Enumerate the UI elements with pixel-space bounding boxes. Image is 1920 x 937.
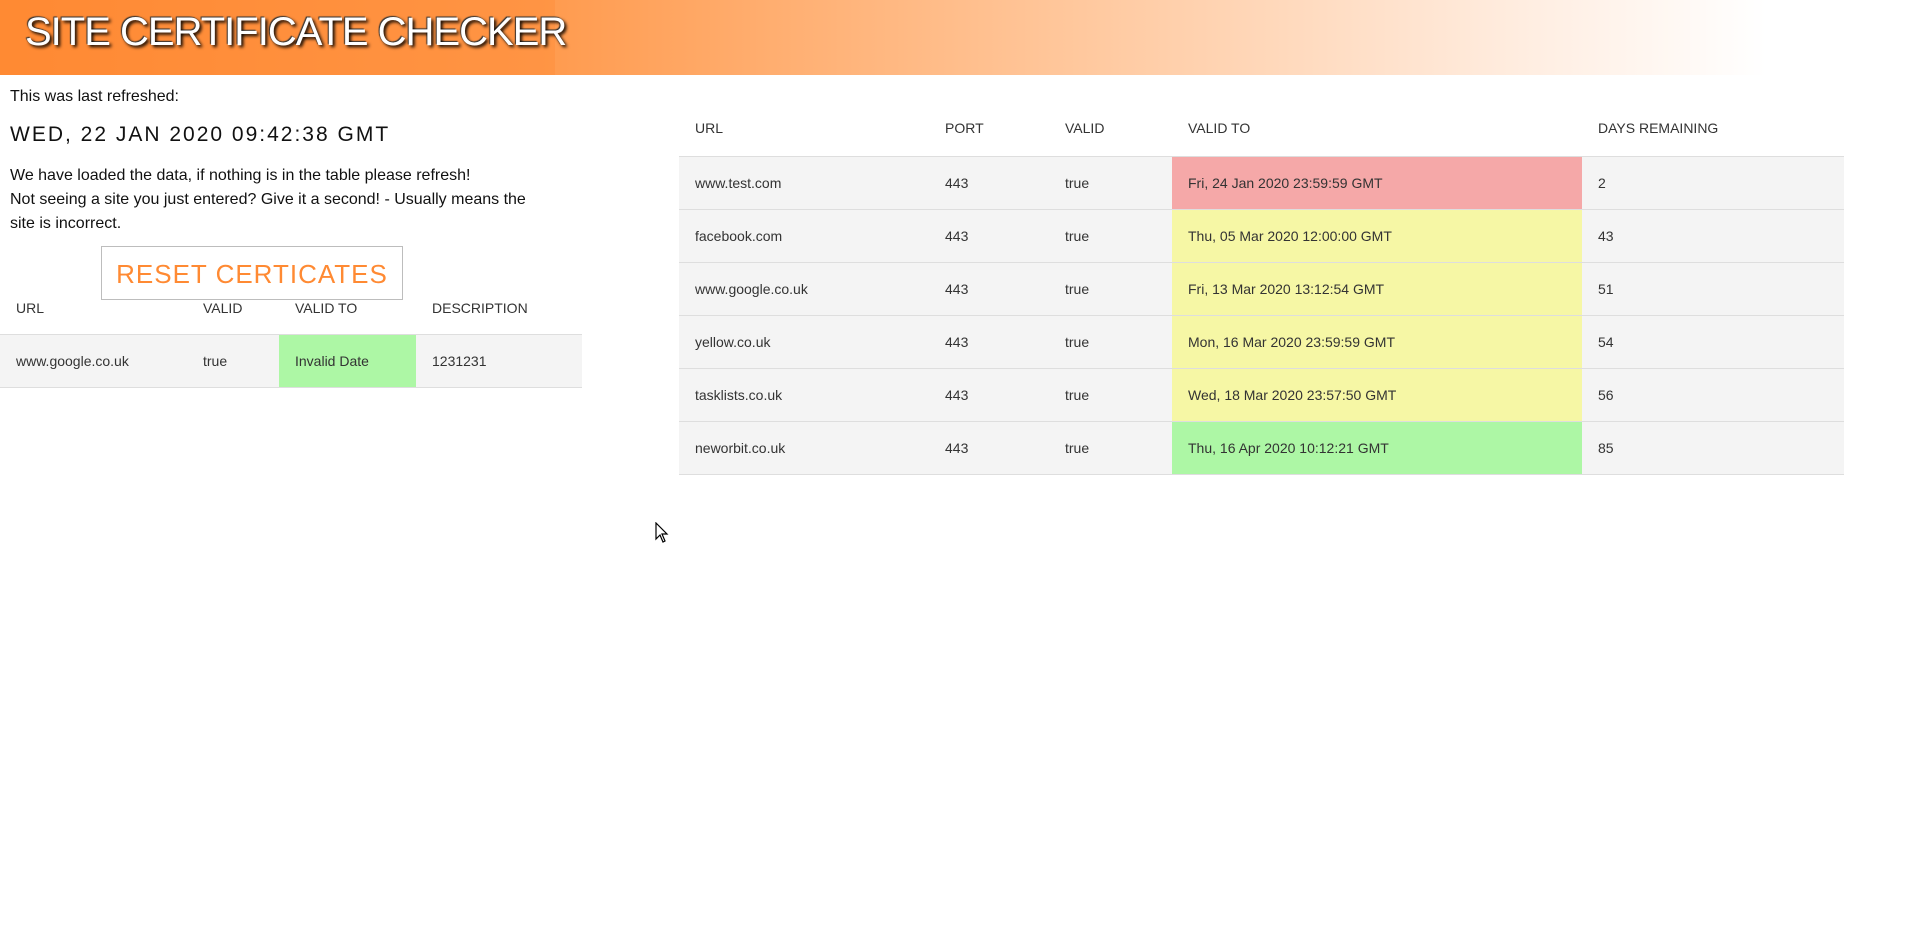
cell-valid: true [1065,386,1090,403]
page-header: SITE CERTIFICATE CHECKER [0,0,1920,75]
cell-valid-to: Fri, 13 Mar 2020 13:12:54 GMT [1172,262,1582,315]
cell-url: yellow.co.uk [695,333,771,350]
column-header-days-remaining: DAYS REMAINING [1598,120,1719,137]
column-header-valid-to: VALID TO [1188,120,1251,137]
cell-valid: true [1065,333,1090,350]
cell-url: facebook.com [695,227,783,244]
page-title: SITE CERTIFICATE CHECKER [25,10,567,54]
column-header-url: URL [695,120,724,137]
table-row: www.google.co.uk true Invalid Date 1231231 [0,334,582,387]
table-row: facebook.com 443 true Thu, 05 Mar 2020 12:0… [679,209,1844,262]
cell-description: 1231231 [432,352,487,369]
table-row: tasklists.co.uk 443 true Wed, 18 Mar 2020 2… [679,368,1844,421]
cell-days-remaining: 43 [1598,227,1614,244]
cell-valid-to: Invalid Date [279,334,416,387]
info-line-not-seeing: Not seeing a site you just entered? Give… [10,191,526,232]
cell-port: 443 [945,386,969,403]
cell-valid-to: Wed, 18 Mar 2020 23:57:50 GMT [1172,368,1582,421]
cell-valid: true [1065,280,1090,297]
cell-url: www.test.com [695,174,782,191]
cell-valid-to: Thu, 05 Mar 2020 12:00:00 GMT [1172,209,1582,262]
cell-port: 443 [945,280,969,297]
cell-port: 443 [945,439,969,456]
cell-url: tasklists.co.uk [695,386,783,403]
cell-days-remaining: 85 [1598,439,1614,456]
info-line-loaded: We have loaded the data, if nothing is i… [10,167,471,184]
table-row: neworbit.co.uk 443 true Thu, 16 Apr 2020 10… [679,421,1844,474]
table-row: yellow.co.uk 443 true Mon, 16 Mar 2020 23:5… [679,315,1844,368]
column-header-port: PORT [945,120,984,137]
reset-certificates-button[interactable]: RESET CERTICATES [101,246,403,300]
table-row: www.google.co.uk 443 true Fri, 13 Mar 2020 … [679,262,1844,315]
info-message: We have loaded the data, if nothing is i… [10,164,530,236]
last-refreshed-timestamp: WED, 22 JAN 2020 09:42:38 GMT [10,123,391,146]
cell-url: www.google.co.uk [16,352,129,369]
table-header-row: URL PORT VALID VALID TO DAYS REMAINING [679,101,1844,156]
certificates-table: URL PORT VALID VALID TO DAYS REMAINING w… [679,101,1844,475]
column-header-valid: VALID [1065,120,1105,137]
table-row: www.test.com 443 true Fri, 24 Jan 2020 23:5… [679,156,1844,209]
cell-valid-to: Mon, 16 Mar 2020 23:59:59 GMT [1172,315,1582,368]
cell-days-remaining: 56 [1598,386,1614,403]
cell-url: neworbit.co.uk [695,439,786,456]
cell-port: 443 [945,174,969,191]
cell-valid: true [1065,439,1090,456]
cell-days-remaining: 51 [1598,280,1614,297]
cell-valid: true [1065,174,1090,191]
cell-days-remaining: 54 [1598,333,1614,350]
cell-valid: true [203,352,228,369]
cell-port: 443 [945,333,969,350]
cell-valid-to: Thu, 16 Apr 2020 10:12:21 GMT [1172,421,1582,474]
cell-valid: true [1065,227,1090,244]
column-header-description: DESCRIPTION [432,299,528,316]
cell-days-remaining: 2 [1598,174,1606,191]
last-refreshed-label: This was last refreshed: [10,88,179,105]
cell-valid-to: Fri, 24 Jan 2020 23:59:59 GMT [1172,156,1582,209]
cell-port: 443 [945,227,969,244]
mouse-cursor-icon [655,522,669,543]
cell-url: www.google.co.uk [695,280,808,297]
